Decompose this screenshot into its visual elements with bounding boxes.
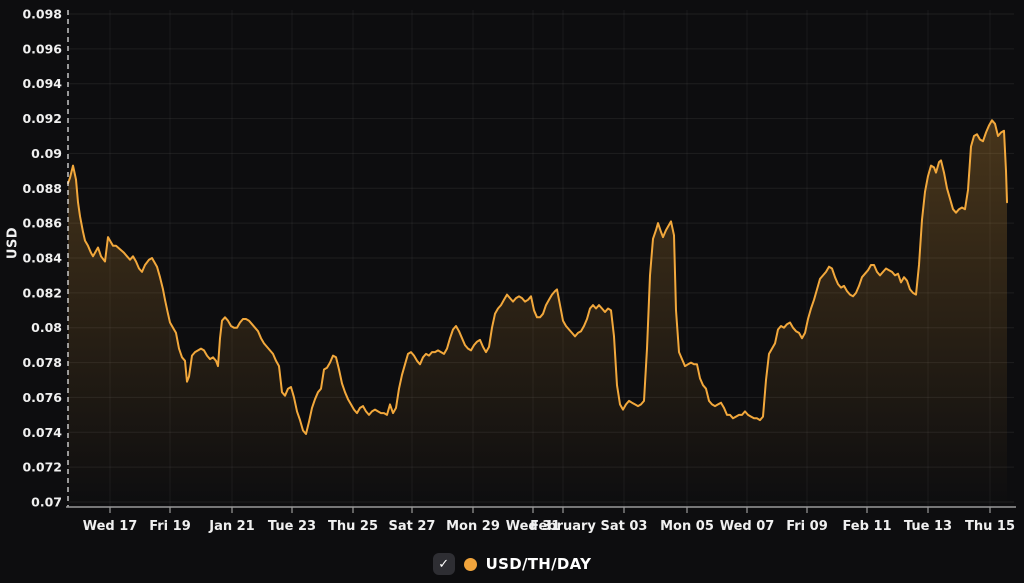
y-tick-label: 0.088 xyxy=(22,181,62,196)
y-axis-labels: 0.098 0.096 0.094 0.092 0.09 0.088 0.086 0.084 0… xyxy=(22,7,62,510)
y-tick-label: 0.078 xyxy=(22,355,62,370)
x-tick-label: Wed 07 xyxy=(720,519,775,534)
y-tick-label: 0.084 xyxy=(22,251,62,266)
y-tick-label: 0.092 xyxy=(22,111,62,126)
area-fill xyxy=(68,120,1007,507)
x-tick-label: Mon 29 xyxy=(446,519,500,534)
x-tick-label: Thu 15 xyxy=(965,519,1015,534)
y-tick-label: 0.07 xyxy=(31,495,62,510)
y-tick-label: 0.094 xyxy=(22,76,62,91)
x-tick-label: Feb 11 xyxy=(842,519,891,534)
series-color-dot xyxy=(464,558,477,571)
x-tick-label: February xyxy=(530,519,596,534)
x-tick-label: Thu 25 xyxy=(328,519,378,534)
x-axis xyxy=(66,507,1016,513)
x-tick-label: Sat 03 xyxy=(601,519,648,534)
y-tick-label: 0.072 xyxy=(22,460,62,475)
y-tick-label: 0.098 xyxy=(22,7,62,22)
x-tick-label: Fri 09 xyxy=(786,519,828,534)
y-axis-title: USD xyxy=(6,227,21,259)
legend-checkbox[interactable]: ✓ xyxy=(433,553,455,575)
y-tick-label: 0.08 xyxy=(31,320,62,335)
x-axis-labels: Wed 17 Fri 19 Jan 21 Tue 23 Thu 25 Sat 27 Mon … xyxy=(83,519,1015,534)
y-tick-label: 0.096 xyxy=(22,41,62,56)
x-tick-label: Fri 19 xyxy=(149,519,191,534)
y-tick-label: 0.074 xyxy=(22,425,62,440)
x-tick-label: Wed 17 xyxy=(83,519,138,534)
y-tick-label: 0.086 xyxy=(22,216,62,231)
x-tick-label: Tue 13 xyxy=(904,519,952,534)
legend-series-label[interactable]: USD/TH/DAY xyxy=(486,555,592,573)
legend: ✓ USD/TH/DAY xyxy=(0,553,1024,575)
y-tick-label: 0.082 xyxy=(22,285,62,300)
x-tick-label: Jan 21 xyxy=(208,519,254,534)
hashprice-chart-page: 0.098 0.096 0.094 0.092 0.09 0.088 0.086 0.084 0… xyxy=(0,0,1024,583)
price-chart[interactable]: 0.098 0.096 0.094 0.092 0.09 0.088 0.086 0.084 0… xyxy=(0,0,1024,583)
x-tick-label: Tue 23 xyxy=(268,519,316,534)
y-tick-label: 0.076 xyxy=(22,390,62,405)
y-tick-label: 0.09 xyxy=(31,146,62,161)
x-tick-label: Mon 05 xyxy=(660,519,714,534)
series-area-fill xyxy=(68,120,1007,507)
x-tick-label: Sat 27 xyxy=(389,519,436,534)
checkmark-icon: ✓ xyxy=(438,557,449,572)
